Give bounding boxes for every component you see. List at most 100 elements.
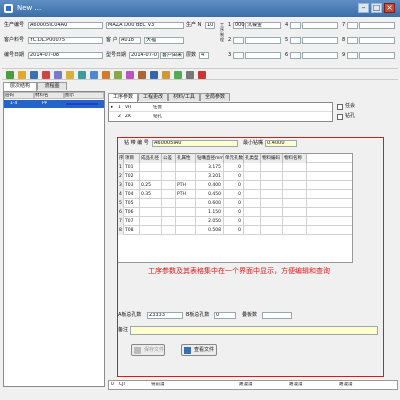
tab-layer-structure[interactable]: 层次结构 [3, 82, 37, 91]
process-code-name[interactable] [302, 37, 338, 44]
grid-cell[interactable] [140, 172, 162, 181]
grid-cell[interactable] [140, 217, 162, 226]
grid-cell[interactable] [162, 190, 176, 199]
cust-no-field[interactable]: YC.DL.P00075 [28, 37, 103, 44]
grid-row[interactable]: 7 T07 2.050 0 [118, 217, 352, 226]
grid-cell[interactable] [283, 217, 307, 226]
grid-cell[interactable] [261, 208, 283, 217]
process-code-name[interactable] [245, 52, 281, 59]
process-code-name[interactable] [359, 22, 395, 29]
grid-cell[interactable] [244, 217, 261, 226]
process-code-field[interactable]: 000 [233, 22, 245, 29]
report-icon[interactable] [126, 71, 134, 79]
grid-row[interactable]: 2 T02 3.201 0 [118, 172, 352, 181]
process-code-name[interactable] [359, 52, 395, 59]
type-date-field[interactable]: 2014-07-07 [129, 52, 159, 59]
grid-cell[interactable] [261, 190, 283, 199]
grid-cell[interactable]: T02 [124, 172, 140, 181]
tab-global-params[interactable]: 全局参数 [200, 93, 230, 101]
grid-cell[interactable] [140, 208, 162, 217]
process-code-name[interactable] [245, 37, 281, 44]
cust-code-field[interactable]: A018 [119, 37, 141, 44]
tool-icon[interactable] [138, 71, 146, 79]
grid-cell[interactable] [283, 208, 307, 217]
grid-cell[interactable] [162, 217, 176, 226]
import-icon[interactable] [174, 71, 182, 79]
type-date-extra[interactable]: 客户由来 [160, 52, 184, 59]
remark-field[interactable] [130, 326, 378, 335]
grid-cell[interactable] [140, 226, 162, 235]
step-row[interactable]: ▸ 1 VH 任会 [109, 104, 332, 112]
grid-cell[interactable]: T06 [124, 208, 140, 217]
grid-cell[interactable] [244, 199, 261, 208]
grid-cell[interactable] [283, 181, 307, 190]
date-field[interactable]: 2014-07-08 [28, 52, 103, 59]
grid-cell[interactable]: 2.050 [196, 217, 224, 226]
grid-cell[interactable]: 0 [224, 172, 244, 181]
machine-field[interactable]: MAZA D00 BEC V3 [106, 22, 184, 29]
grid-cell[interactable]: 0 [224, 199, 244, 208]
tab-material-tool[interactable]: 材料/工具 [168, 93, 200, 101]
min-drill-field[interactable]: 0.4000 [265, 140, 297, 147]
grid-cell[interactable] [283, 226, 307, 235]
grid-cell[interactable] [162, 172, 176, 181]
grid-cell[interactable]: 0 [224, 208, 244, 217]
grid-cell[interactable] [283, 199, 307, 208]
grid-cell[interactable]: T07 [124, 217, 140, 226]
prod-qty-field[interactable]: 10 [205, 22, 215, 29]
grid-cell[interactable] [176, 226, 196, 235]
step-checkbox[interactable] [337, 104, 343, 110]
process-code-name[interactable]: 沉镍金 [245, 22, 281, 29]
grid-cell[interactable] [176, 199, 196, 208]
grid-cell[interactable] [244, 226, 261, 235]
print-icon[interactable] [150, 71, 158, 79]
b-holes-field[interactable]: 0 [214, 312, 236, 319]
grid-row[interactable]: 4 T04 0.35 PTH 0.450 0 [118, 190, 352, 199]
grid-cell[interactable]: 0.450 [196, 190, 224, 199]
process-code-field[interactable] [347, 52, 358, 59]
grid-row[interactable]: 3 T03 0.25 PTH 0.400 0 [118, 181, 352, 190]
grid-row[interactable]: 8 T08 0.508 0 [118, 226, 352, 235]
edit-icon[interactable] [102, 71, 110, 79]
open-icon[interactable] [18, 71, 26, 79]
grid-cell[interactable]: 0 [224, 217, 244, 226]
grid-cell[interactable] [283, 163, 307, 172]
grid-cell[interactable]: 3.175 [196, 163, 224, 172]
process-code-field[interactable] [290, 37, 301, 44]
maximize-button[interactable]: □ [371, 3, 382, 13]
grid-cell[interactable] [283, 190, 307, 199]
grid-cell[interactable]: 0.35 [140, 190, 162, 199]
grid-cell[interactable]: 0.400 [196, 181, 224, 190]
grid-row[interactable]: 1 T01 3.175 0 [118, 163, 352, 172]
grid-cell[interactable] [261, 199, 283, 208]
process-code-field[interactable] [233, 37, 244, 44]
layers-field[interactable]: 4 [199, 52, 209, 59]
process-code-field[interactable] [233, 52, 244, 59]
tab-process-params[interactable]: 工序参数 [108, 93, 138, 102]
grid-cell[interactable]: T03 [124, 181, 140, 190]
grid-cell[interactable] [261, 217, 283, 226]
tab-eng-change[interactable]: 工程更改 [138, 93, 168, 101]
grid-cell[interactable] [140, 163, 162, 172]
grid-cell[interactable]: 3.201 [196, 172, 224, 181]
grid-cell[interactable] [244, 181, 261, 190]
grid-row[interactable]: 6 T06 1.150 0 [118, 208, 352, 217]
refresh-icon[interactable] [78, 71, 86, 79]
grid-cell[interactable] [176, 163, 196, 172]
process-code-name[interactable] [302, 52, 338, 59]
check-icon[interactable] [114, 71, 122, 79]
grid-cell[interactable] [176, 208, 196, 217]
process-code-name[interactable] [302, 22, 338, 29]
help-icon[interactable] [198, 71, 206, 79]
view-file-button[interactable]: 查看文件 [181, 344, 217, 356]
grid-cell[interactable]: T08 [124, 226, 140, 235]
grid-cell[interactable]: 0 [224, 181, 244, 190]
folder-icon[interactable] [66, 71, 74, 79]
step-checkbox[interactable] [337, 114, 343, 120]
grid-cell[interactable] [162, 181, 176, 190]
delete-icon[interactable] [42, 71, 50, 79]
grid-cell[interactable]: 0.25 [140, 181, 162, 190]
process-code-field[interactable] [347, 22, 358, 29]
grid-cell[interactable] [261, 226, 283, 235]
grid-cell[interactable]: 0 [224, 226, 244, 235]
